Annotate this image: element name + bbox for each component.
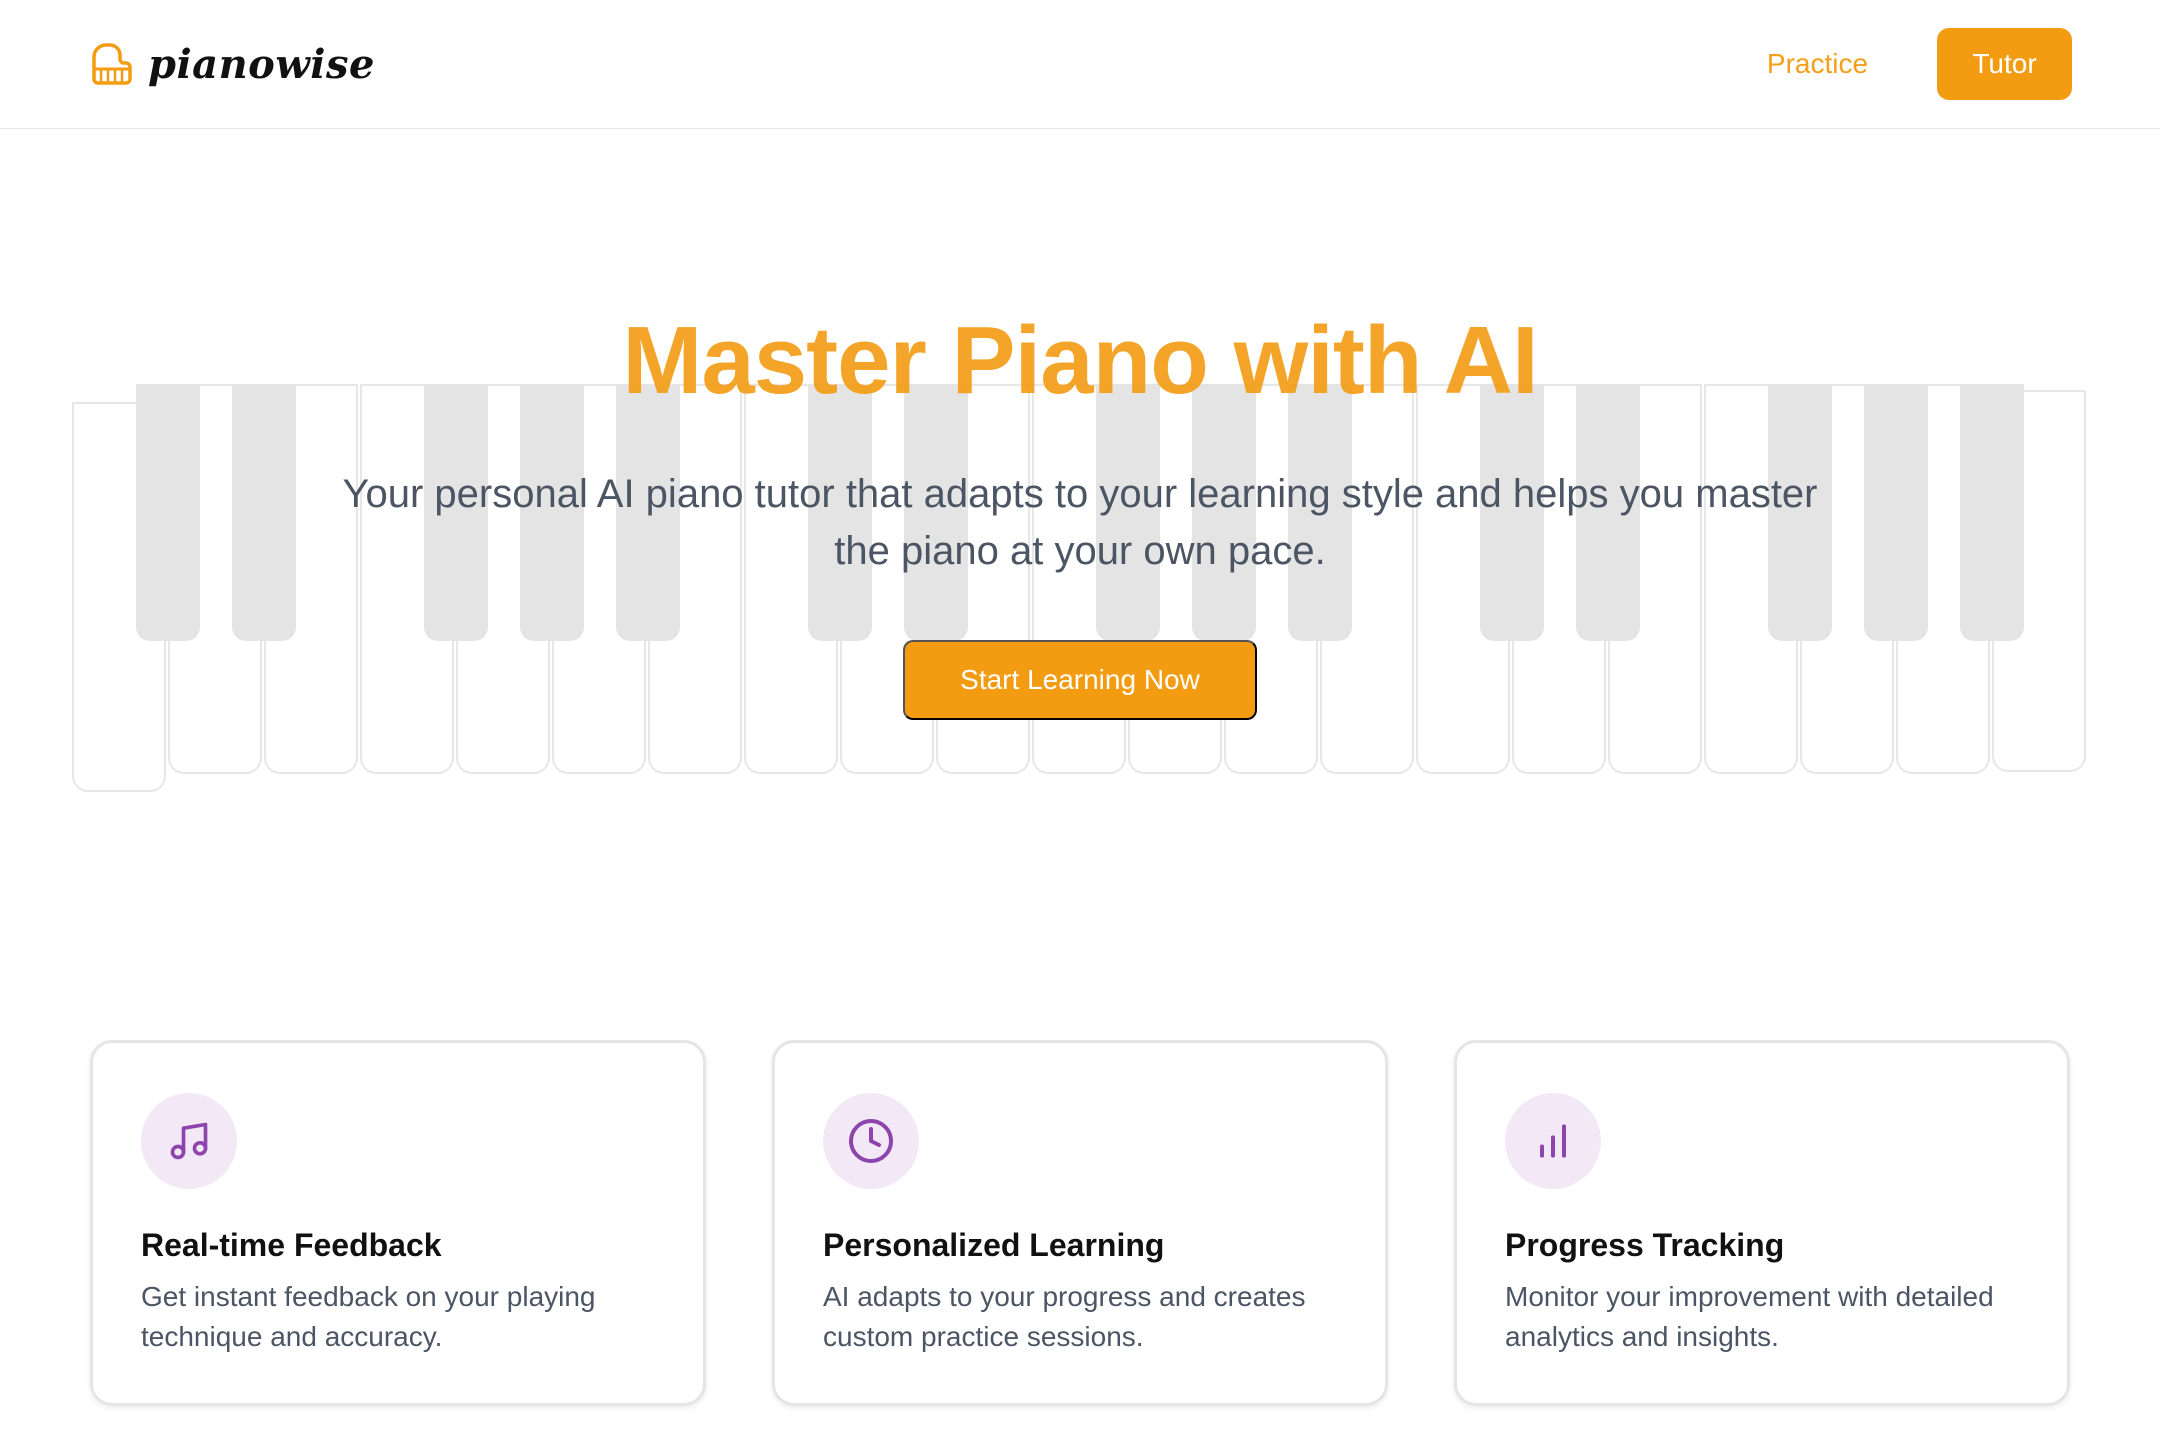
feature-card: Progress Tracking Monitor your improveme… <box>1454 1040 2070 1406</box>
feature-description: Get instant feedback on your playing tec… <box>141 1281 596 1352</box>
start-learning-button[interactable]: Start Learning Now <box>903 640 1257 720</box>
piano-black-key <box>1864 384 1928 641</box>
hero-section: Master Piano with AI Your personal AI pi… <box>0 130 2160 930</box>
top-navbar: pianowise Practice Tutor <box>0 0 2160 129</box>
nav-link-practice[interactable]: Practice <box>1740 40 1895 88</box>
piano-icon <box>92 43 132 85</box>
bar-chart-icon <box>1505 1093 1601 1189</box>
piano-black-key <box>232 384 296 641</box>
piano-keyboard-illustration <box>72 384 2090 792</box>
feature-title: Real-time Feedback <box>141 1227 442 1263</box>
piano-black-key <box>136 384 200 641</box>
brand-logo[interactable]: pianowise <box>88 40 375 88</box>
nav-button-tutor[interactable]: Tutor <box>1937 28 2072 100</box>
music-note-icon <box>141 1093 237 1189</box>
clock-icon <box>823 1093 919 1189</box>
brand-name: pianowise <box>148 40 375 88</box>
hero-subtitle: Your personal AI piano tutor that adapts… <box>342 472 1818 573</box>
feature-description: Monitor your improvement with detailed a… <box>1505 1281 1994 1352</box>
feature-description: AI adapts to your progress and creates c… <box>823 1281 1306 1352</box>
feature-title: Progress Tracking <box>1505 1227 1785 1263</box>
feature-card: Personalized Learning AI adapts to your … <box>772 1040 1388 1406</box>
piano-black-key <box>1960 384 2024 641</box>
feature-title: Personalized Learning <box>823 1227 1165 1263</box>
feature-card: Real-time Feedback Get instant feedback … <box>90 1040 706 1406</box>
hero-title: Master Piano with AI <box>622 307 1538 414</box>
